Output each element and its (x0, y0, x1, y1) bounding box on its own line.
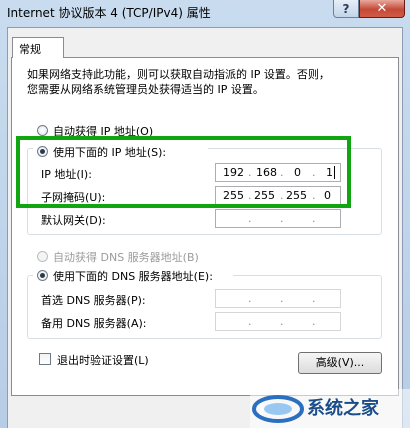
advanced-button[interactable]: 高级(V)... (298, 352, 382, 374)
tab-general[interactable]: 常规 (12, 37, 64, 58)
validate-on-exit-checkbox[interactable] (39, 353, 51, 365)
default-gateway-label: 默认网关(D): (41, 214, 106, 227)
help-button[interactable]: ? (333, 0, 359, 18)
pdns-dot-3: . (312, 292, 316, 305)
description-line-2: 您需要从网络系统管理员处获得适当的 IP 设置。 (27, 83, 264, 96)
window-title: Internet 协议版本 4 (TCP/IPv4) 属性 (7, 6, 211, 20)
auto-dns-radio[interactable] (37, 251, 48, 262)
watermark-text: 系统之家 (307, 398, 379, 419)
gw-dot-1: . (248, 212, 252, 225)
gw-dot-2: . (280, 212, 284, 225)
manual-dns-radio[interactable] (37, 270, 48, 281)
validate-on-exit-label: 退出时验证设置(L) (57, 354, 149, 367)
auto-ip-radio[interactable] (37, 125, 48, 136)
preferred-dns-label: 首选 DNS 服务器(P): (41, 294, 146, 307)
pdns-dot-2: . (280, 292, 284, 305)
auto-dns-label: 自动获得 DNS 服务器地址(B) (53, 251, 199, 264)
highlight-box (16, 136, 351, 208)
alternate-dns-label: 备用 DNS 服务器(A): (41, 317, 147, 330)
description-line-1: 如果网络支持此功能，则可以获取自动指派的 IP 设置。否则， (27, 68, 330, 81)
default-gateway-input[interactable]: . . . (215, 209, 341, 228)
pdns-dot-1: . (248, 292, 252, 305)
adns-dot-2: . (280, 315, 284, 328)
close-button[interactable]: ✕ (359, 0, 405, 18)
gw-dot-3: . (312, 212, 316, 225)
adns-dot-3: . (312, 315, 316, 328)
alternate-dns-input[interactable]: . . . (215, 312, 341, 331)
adns-dot-1: . (248, 315, 252, 328)
preferred-dns-input[interactable]: . . . (215, 289, 341, 308)
manual-dns-label: 使用下面的 DNS 服务器地址(E): (53, 270, 213, 283)
